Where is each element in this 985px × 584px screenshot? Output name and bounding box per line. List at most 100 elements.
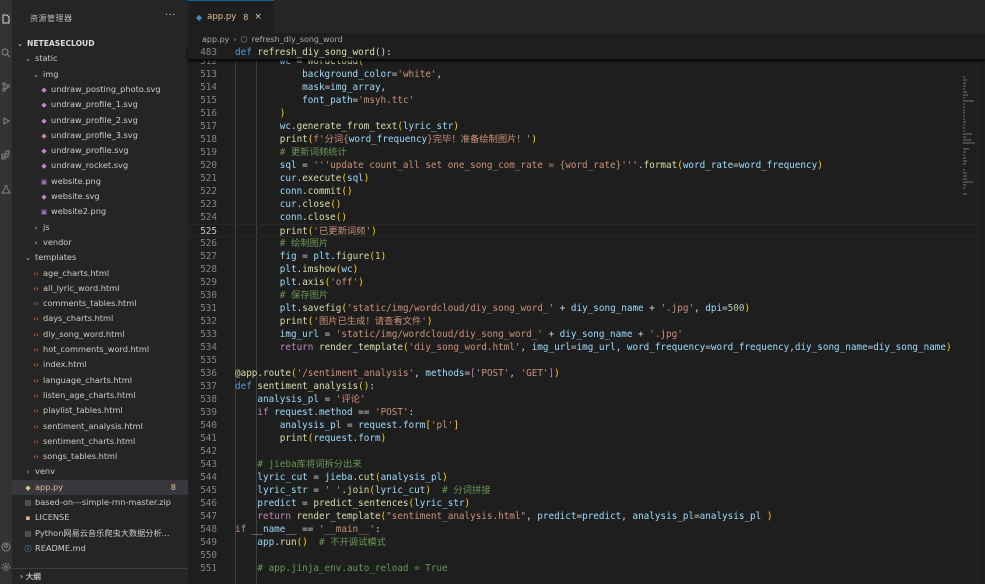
code-line[interactable]: 527 fig = plt.figure(1): [188, 250, 985, 263]
code-line[interactable]: 525 print('已更新词频'): [188, 224, 985, 237]
code-line[interactable]: 515 font_path='msyh.ttc': [188, 94, 985, 107]
code-line[interactable]: 549 app.run() # 不开调试模式: [188, 536, 985, 549]
account-icon[interactable]: [1, 542, 11, 552]
vertical-scrollbar[interactable]: [977, 46, 985, 584]
code-line[interactable]: 548 if __name__ == '__main__':: [188, 523, 985, 536]
tree-file[interactable]: ◆ undraw_posting_photo.svg: [12, 82, 188, 97]
code-line[interactable]: 520 sql = '''update count_all set one_so…: [188, 159, 985, 172]
tree-file[interactable]: ‹› days_charts.html: [12, 311, 188, 326]
code-editor[interactable]: 483 def refresh_diy_song_word(): 512 wc = …: [188, 46, 985, 584]
code-text: # 保存图片: [235, 289, 328, 302]
tree-file[interactable]: ◆ undraw_profile_2.svg: [12, 113, 188, 128]
code-line[interactable]: 535: [188, 354, 985, 367]
tree-file[interactable]: ▣ website.png: [12, 174, 188, 189]
code-line[interactable]: 539 if request.method == 'POST':: [188, 406, 985, 419]
explorer-icon[interactable]: [1, 14, 11, 24]
tree-file[interactable]: ◆ undraw_profile_1.svg: [12, 97, 188, 112]
tree-file[interactable]: ▣ website2.png: [12, 204, 188, 219]
code-line[interactable]: 550: [188, 549, 985, 562]
code-token: figure: [335, 251, 370, 262]
code-line[interactable]: 544 lyric_cut = jieba.cut(analysis_pl): [188, 471, 985, 484]
tree-file[interactable]: ‹› index.html: [12, 357, 188, 372]
source-control-icon[interactable]: [1, 82, 11, 92]
code-line[interactable]: 522 conn.commit(): [188, 185, 985, 198]
code-token: img_array: [330, 82, 381, 93]
tree-file[interactable]: ‹› sentiment_charts.html: [12, 434, 188, 449]
testing-icon[interactable]: [1, 184, 11, 194]
tree-file[interactable]: ‹› comments_tables.html: [12, 296, 188, 311]
tree-file[interactable]: ▤ based-on---simple-rnn-master.zip: [12, 495, 188, 510]
code-line[interactable]: 542: [188, 445, 985, 458]
code-line[interactable]: 533 img_url = 'static/img/wordcloud/diy_…: [188, 328, 985, 341]
tree-file[interactable]: ◆ website.svg: [12, 189, 188, 204]
tree-file[interactable]: ◆ undraw_rocket.svg: [12, 158, 188, 173]
code-line[interactable]: 521 cur.execute(sql): [188, 172, 985, 185]
code-line[interactable]: 519 # 更新词频统计: [188, 146, 985, 159]
code-line[interactable]: 528 plt.imshow(wc): [188, 263, 985, 276]
minimap[interactable]: [963, 46, 975, 584]
problems-count-badge: 8: [243, 12, 249, 22]
code-line[interactable]: 543 # jieba库将词拆分出来: [188, 458, 985, 471]
tree-folder[interactable]: ⌄ static: [12, 51, 188, 66]
code-line[interactable]: 518 print(f'分词{word_frequency}完毕！准备绘制图片！…: [188, 133, 985, 146]
tree-file[interactable]: ‹› playlist_tables.html: [12, 403, 188, 418]
tree-folder[interactable]: › vendor: [12, 235, 188, 250]
code-line[interactable]: 526 # 绘制图片: [188, 237, 985, 250]
code-line[interactable]: 529 plt.axis('off'): [188, 276, 985, 289]
breadcrumb-symbol[interactable]: refresh_diy_song_word: [252, 35, 343, 44]
run-debug-icon[interactable]: [1, 116, 11, 126]
tree-file[interactable]: ◆ undraw_profile.svg: [12, 143, 188, 158]
code-line[interactable]: 540 analysis_pl = request.form['pl']: [188, 419, 985, 432]
tree-file[interactable]: ‹› listen_age_charts.html: [12, 388, 188, 403]
tree-file[interactable]: ‹› age_charts.html: [12, 266, 188, 281]
tree-folder[interactable]: › js: [12, 220, 188, 235]
tree-file[interactable]: ‹› diy_song_word.html: [12, 327, 188, 342]
line-number: 520: [200, 160, 217, 171]
tree-folder[interactable]: ⌄ NETEASECLOUD: [12, 36, 188, 51]
code-line[interactable]: 532 print('图片已生成！请查看文件'): [188, 315, 985, 328]
tab-app-py[interactable]: ◆ app.py 8 ×: [188, 0, 274, 33]
code-line[interactable]: 523 cur.close(): [188, 198, 985, 211]
html-file-icon: ‹›: [33, 330, 39, 339]
code-line[interactable]: 483 def refresh_diy_song_word():: [188, 46, 985, 59]
line-number: 517: [200, 121, 217, 132]
code-line[interactable]: 545 lyric_str = ' '.join(lyric_cut) # 分词…: [188, 484, 985, 497]
code-line[interactable]: 517 wc.generate_from_text(lyric_str): [188, 120, 985, 133]
tree-folder[interactable]: › venv: [12, 464, 188, 479]
search-icon[interactable]: [1, 48, 11, 58]
breadcrumb-file[interactable]: app.py: [202, 35, 229, 44]
tree-file[interactable]: ◆ undraw_profile_3.svg: [12, 128, 188, 143]
tree-folder[interactable]: ⌄ img: [12, 67, 188, 82]
settings-gear-icon[interactable]: [1, 562, 11, 572]
tree-file[interactable]: ‹› songs_tables.html: [12, 449, 188, 464]
chevron-down-icon: ⌄: [25, 55, 31, 64]
code-line[interactable]: 516 ): [188, 107, 985, 120]
code-line[interactable]: 534 return render_template('diy_song_wor…: [188, 341, 985, 354]
tree-folder[interactable]: ⌄ templates: [12, 250, 188, 265]
tree-file[interactable]: ‹› sentiment_analysis.html: [12, 419, 188, 434]
code-line[interactable]: 547 return render_template("sentiment_an…: [188, 510, 985, 523]
tree-file[interactable]: ▤ Python网易云音乐爬虫大数据分析...: [12, 526, 188, 541]
code-line[interactable]: 546 predict = predict_sentences(lyric_st…: [188, 497, 985, 510]
extensions-icon[interactable]: [1, 150, 11, 160]
outline-section[interactable]: › 大纲: [12, 568, 188, 584]
tree-file[interactable]: ⓘ README.md: [12, 541, 188, 556]
code-line[interactable]: 538 analysis_pl = '评论': [188, 393, 985, 406]
code-line[interactable]: 537 def sentiment_analysis():: [188, 380, 985, 393]
tree-file[interactable]: ‹› all_lyric_word.html: [12, 281, 188, 296]
tree-file[interactable]: ‹› language_charts.html: [12, 373, 188, 388]
code-line[interactable]: 530 # 保存图片: [188, 289, 985, 302]
tree-file[interactable]: ◆ app.py 8: [12, 479, 188, 495]
code-line[interactable]: 551 # app.jinja_env.auto_reload = True: [188, 562, 985, 575]
code-line[interactable]: 536 @app.route('/sentiment_analysis', met…: [188, 367, 985, 380]
code-line[interactable]: 514 mask=img_array,: [188, 81, 985, 94]
code-line[interactable]: 541 print(request.form): [188, 432, 985, 445]
code-line[interactable]: 531 plt.savefig('static/img/wordcloud/di…: [188, 302, 985, 315]
tree-file[interactable]: ▪ LICENSE: [12, 510, 188, 525]
more-actions-button[interactable]: ···: [165, 10, 176, 21]
close-tab-icon[interactable]: ×: [254, 12, 262, 22]
code-line[interactable]: 524 conn.close(): [188, 211, 985, 224]
code-line[interactable]: 513 background_color='white',: [188, 68, 985, 81]
tree-file[interactable]: ‹› hot_comments_word.html: [12, 342, 188, 357]
